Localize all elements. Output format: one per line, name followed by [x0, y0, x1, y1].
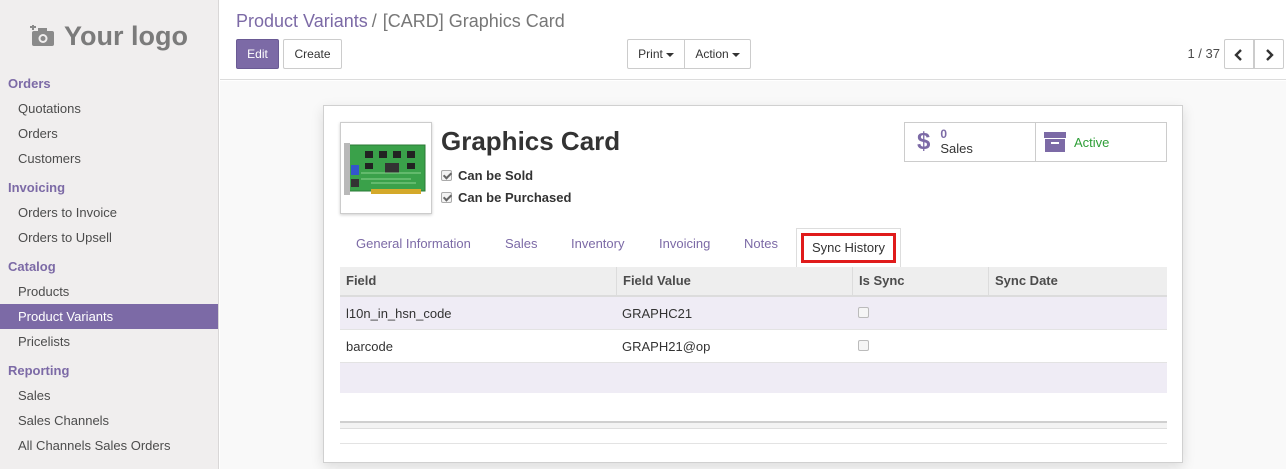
create-button[interactable]: Create	[283, 39, 342, 69]
menu-section-catalog[interactable]: Catalog	[0, 255, 218, 279]
column-header-is-sync[interactable]: Is Sync	[852, 267, 988, 295]
sync-history-table: Field Field Value Is Sync Sync Date l10n…	[340, 267, 1167, 393]
edit-button[interactable]: Edit	[236, 39, 279, 69]
action-label: Action	[695, 47, 729, 61]
can-be-sold-checkbox[interactable]	[441, 170, 452, 181]
pager-previous-button[interactable]	[1224, 39, 1254, 69]
sidebar: Your logo Orders Quotations Orders Custo…	[0, 0, 219, 469]
cell-field-value: GRAPHC21	[622, 305, 693, 321]
product-name: Graphics Card	[441, 126, 621, 156]
divider	[340, 443, 1167, 444]
table-header: Field Field Value Is Sync Sync Date	[340, 267, 1167, 297]
tab-sync-history-label: Sync History	[801, 233, 896, 263]
print-label: Print	[638, 47, 663, 61]
can-be-sold-label: Can be Sold	[458, 168, 534, 183]
company-logo[interactable]: Your logo	[0, 0, 218, 72]
notebook-tabs: General Information Sales Inventory Invo…	[340, 228, 1166, 269]
breadcrumb-separator: /	[371, 11, 377, 31]
table-row[interactable]: l10n_in_hsn_code GRAPHC21	[340, 297, 1167, 330]
sales-stat-button[interactable]: $ 0 Sales	[904, 122, 1036, 162]
menu-item-orders[interactable]: Orders	[0, 121, 218, 146]
can-be-sold-row: Can be Sold	[441, 168, 533, 183]
print-dropdown[interactable]: Print	[627, 39, 685, 69]
control-panel: Product Variants / [CARD] Graphics Card Ed…	[220, 0, 1286, 80]
breadcrumb-parent-link[interactable]: Product Variants	[236, 11, 368, 31]
table-footer	[340, 421, 1167, 429]
menu-section-orders[interactable]: Orders	[0, 72, 218, 96]
menu-section-reporting[interactable]: Reporting	[0, 359, 218, 383]
column-header-sync-date[interactable]: Sync Date	[988, 267, 1167, 295]
cell-is-sync	[852, 306, 988, 321]
tab-inventory[interactable]: Inventory	[571, 236, 624, 251]
tab-sales[interactable]: Sales	[505, 236, 538, 251]
is-sync-checkbox	[858, 306, 869, 318]
menu-item-products[interactable]: Products	[0, 279, 218, 304]
cell-field: l10n_in_hsn_code	[346, 305, 452, 321]
menu-item-orders-to-upsell[interactable]: Orders to Upsell	[0, 225, 218, 250]
chevron-left-icon	[1234, 48, 1242, 61]
tab-sync-history[interactable]: Sync History	[796, 228, 901, 269]
sales-count: 0	[940, 127, 948, 141]
archive-icon	[1044, 132, 1066, 152]
caret-down-icon	[665, 52, 674, 57]
menu-item-sales[interactable]: Sales	[0, 383, 218, 408]
menu-section-invoicing[interactable]: Invoicing	[0, 176, 218, 200]
breadcrumb-current: [CARD] Graphics Card	[382, 11, 565, 31]
table-empty-row	[340, 363, 1167, 393]
menu-item-orders-to-invoice[interactable]: Orders to Invoice	[0, 200, 218, 225]
tab-general-information[interactable]: General Information	[356, 236, 471, 251]
active-label: Active	[1074, 134, 1110, 150]
menu-item-customers[interactable]: Customers	[0, 146, 218, 171]
action-dropdown[interactable]: Action	[684, 39, 751, 69]
column-header-field[interactable]: Field	[340, 267, 616, 295]
table-row[interactable]: barcode GRAPH21@op	[340, 330, 1167, 363]
menu-item-sales-channels[interactable]: Sales Channels	[0, 408, 218, 433]
form-sheet: Graphics Card Can be Sold Can be Purchas…	[323, 105, 1183, 463]
can-be-purchased-row: Can be Purchased	[441, 190, 571, 205]
pager-next-button[interactable]	[1254, 39, 1284, 69]
can-be-purchased-label: Can be Purchased	[458, 190, 572, 205]
can-be-purchased-checkbox[interactable]	[441, 192, 452, 203]
tab-notes[interactable]: Notes	[744, 236, 778, 251]
product-image[interactable]	[340, 122, 432, 214]
breadcrumb: Product Variants / [CARD] Graphics Card	[236, 11, 565, 32]
tab-invoicing[interactable]: Invoicing	[659, 236, 710, 251]
menu-item-all-channels-sales-orders[interactable]: All Channels Sales Orders	[0, 433, 218, 458]
cell-field: barcode	[346, 338, 393, 354]
active-toggle-button[interactable]: Active	[1035, 122, 1167, 162]
sales-label: Sales	[940, 141, 973, 156]
cell-is-sync	[852, 339, 988, 354]
is-sync-checkbox	[858, 339, 869, 351]
dollar-icon: $	[917, 128, 931, 155]
menu-item-pricelists[interactable]: Pricelists	[0, 329, 218, 354]
column-header-field-value[interactable]: Field Value	[616, 267, 852, 295]
camera-plus-icon	[30, 25, 54, 46]
logo-text: Your logo	[64, 20, 188, 51]
chevron-right-icon	[1266, 48, 1274, 61]
form-view: Graphics Card Can be Sold Can be Purchas…	[220, 81, 1286, 469]
menu-item-product-variants[interactable]: Product Variants	[0, 304, 218, 329]
menu-item-quotations[interactable]: Quotations	[0, 96, 218, 121]
caret-down-icon	[731, 52, 740, 57]
pager-value[interactable]: 1 / 37	[1187, 46, 1220, 61]
cell-field-value: GRAPH21@op	[622, 338, 711, 354]
graphics-card-image	[344, 143, 426, 195]
